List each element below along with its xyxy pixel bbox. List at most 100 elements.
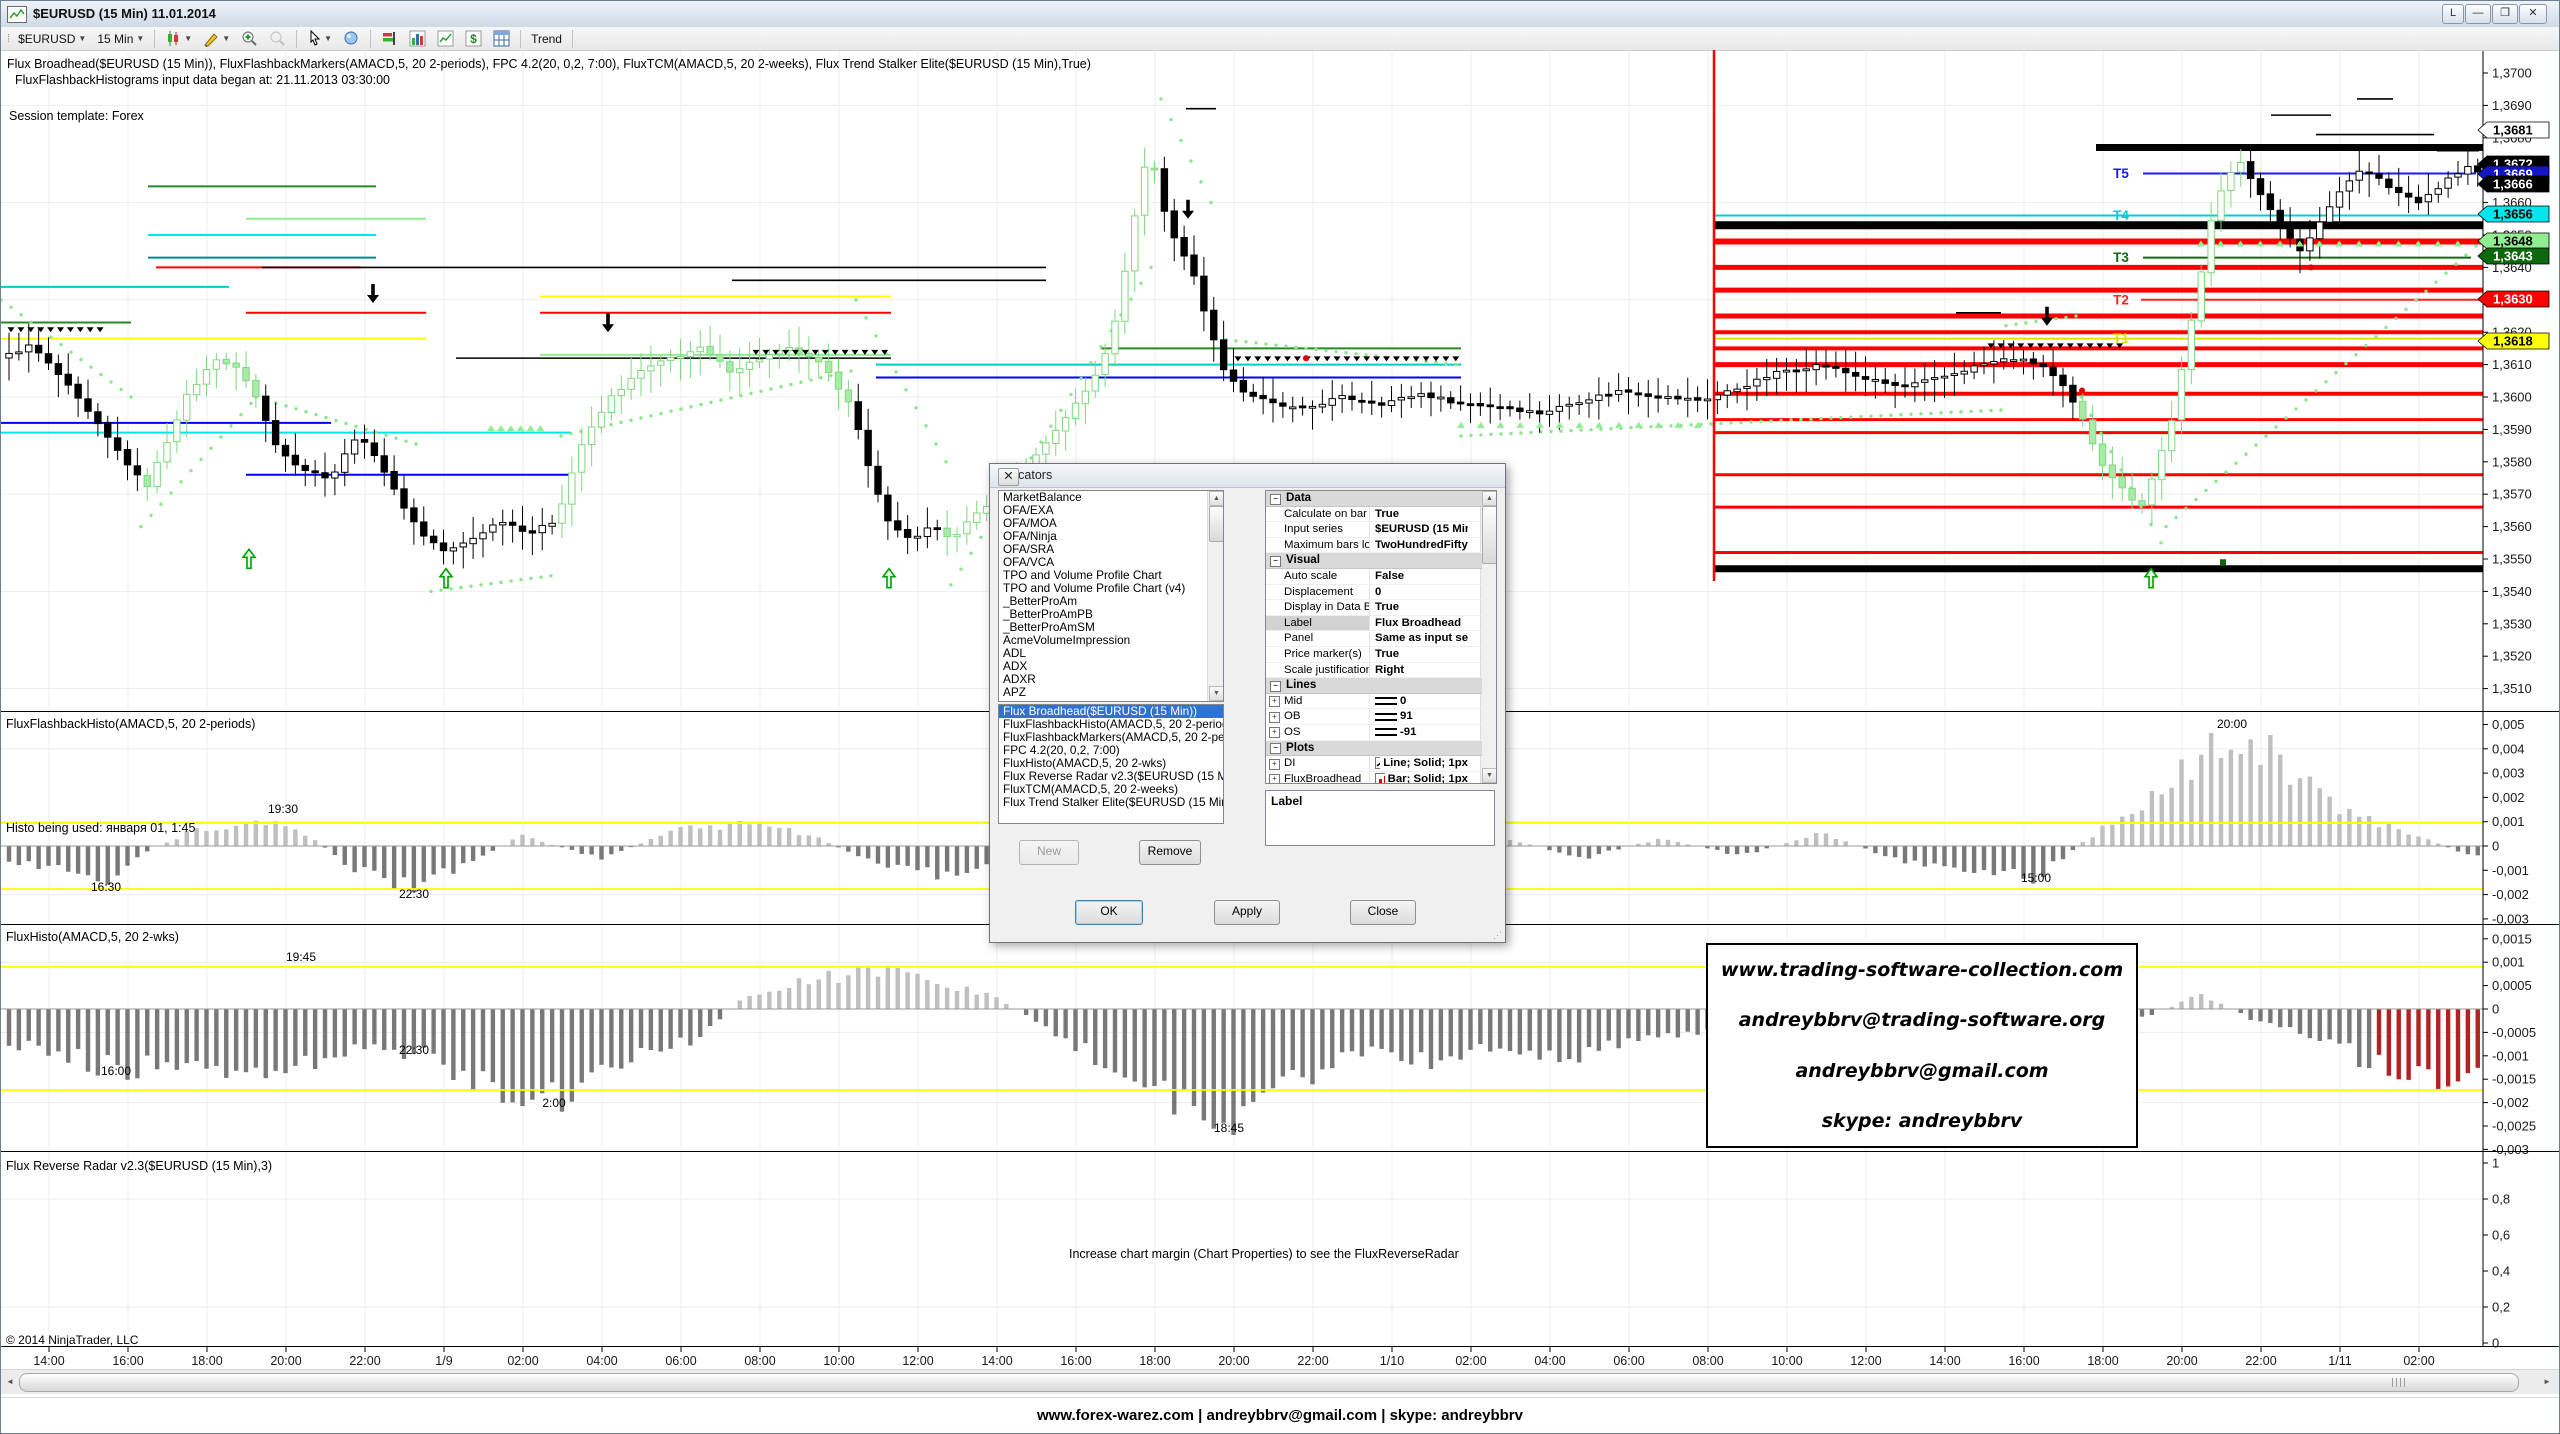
svg-text:2:00: 2:00 xyxy=(542,1096,566,1110)
property-row[interactable]: LabelFlux Broadhead xyxy=(1266,616,1482,632)
property-row[interactable]: Display in Data BoxTrue xyxy=(1266,600,1482,616)
svg-text:18:45: 18:45 xyxy=(1214,1121,1244,1135)
scroll-down-icon[interactable]: ▼ xyxy=(1209,686,1224,701)
svg-text:20:00: 20:00 xyxy=(2166,1354,2197,1368)
svg-text:0,002: 0,002 xyxy=(2492,790,2525,805)
svg-text:22:00: 22:00 xyxy=(2245,1354,2276,1368)
list-item[interactable]: Flux Trend Stalker Elite($EURUSD (15 Min… xyxy=(999,796,1223,809)
svg-text:22:00: 22:00 xyxy=(1297,1354,1328,1368)
svg-text:20:00: 20:00 xyxy=(2217,717,2247,731)
list-item[interactable]: AcmeVolumeImpression xyxy=(999,634,1223,647)
svg-text:1,3590: 1,3590 xyxy=(2492,422,2532,437)
available-list-scrollbar[interactable]: ▲ ▼ xyxy=(1207,491,1223,701)
scrollbar-thumb[interactable] xyxy=(19,1373,2519,1392)
indicator-overlay-line: Flux Broadhead($EURUSD (15 Min)), FluxFl… xyxy=(7,57,1091,71)
svg-text:12:00: 12:00 xyxy=(902,1354,933,1368)
scroll-up-icon[interactable]: ▲ xyxy=(1209,491,1224,506)
property-section-header[interactable]: −Plots xyxy=(1266,741,1482,757)
collapse-icon[interactable]: − xyxy=(1270,494,1281,505)
svg-text:1/9: 1/9 xyxy=(435,1354,452,1368)
list-item[interactable]: ADXR xyxy=(999,673,1223,686)
property-row[interactable]: Auto scaleFalse xyxy=(1266,569,1482,585)
svg-text:0,6: 0,6 xyxy=(2492,1228,2510,1243)
horizontal-scrollbar[interactable]: ◄ ► xyxy=(1,1369,2559,1394)
property-row[interactable]: Input series$EURUSD (15 Min) xyxy=(1266,522,1482,538)
remove-button[interactable]: Remove xyxy=(1139,840,1201,865)
collapse-icon[interactable]: − xyxy=(1270,681,1281,692)
property-section-header[interactable]: −Lines xyxy=(1266,678,1482,694)
collapse-icon[interactable]: − xyxy=(1270,743,1281,754)
property-row[interactable]: +DILine; Solid; 1px xyxy=(1266,756,1482,772)
svg-text:0,003: 0,003 xyxy=(2492,766,2525,781)
panel4-notice: Increase chart margin (Chart Properties)… xyxy=(1069,1247,1459,1261)
property-row[interactable]: +Mid0 xyxy=(1266,694,1482,710)
panel2-note: Histo being used: января 01, 1:45 xyxy=(6,821,195,835)
property-row[interactable]: PanelSame as input series xyxy=(1266,631,1482,647)
svg-text:1,3560: 1,3560 xyxy=(2492,519,2532,534)
scroll-up-icon[interactable]: ▲ xyxy=(1482,491,1497,506)
panel3-label: FluxHisto(AMACD,5, 20 2-wks) xyxy=(6,930,179,944)
svg-text:19:30: 19:30 xyxy=(268,802,298,816)
svg-text:16:00: 16:00 xyxy=(1060,1354,1091,1368)
property-section-header[interactable]: −Visual xyxy=(1266,553,1482,569)
property-row[interactable]: Displacement0 xyxy=(1266,585,1482,601)
svg-text:0,001: 0,001 xyxy=(2492,955,2525,970)
property-row[interactable]: +FluxBroadheadBar; Solid; 1px xyxy=(1266,772,1482,784)
property-row[interactable]: Scale justificationRight xyxy=(1266,663,1482,679)
dialog-titlebar[interactable]: Indicators ✕ xyxy=(990,464,1505,488)
list-item[interactable]: APZ xyxy=(999,686,1223,699)
property-row[interactable]: Maximum bars look backTwoHundredFiftySix xyxy=(1266,538,1482,554)
svg-text:1: 1 xyxy=(2492,1156,2499,1171)
svg-text:-0,001: -0,001 xyxy=(2492,1048,2529,1063)
bottom-status-bar: www.forex-warez.com | andreybbrv@gmail.c… xyxy=(1,1397,2559,1434)
svg-text:1,3550: 1,3550 xyxy=(2492,552,2532,567)
svg-text:1,3520: 1,3520 xyxy=(2492,649,2532,664)
svg-text:0,2: 0,2 xyxy=(2492,1300,2510,1315)
svg-text:1,3643: 1,3643 xyxy=(2493,249,2533,264)
svg-text:16:00: 16:00 xyxy=(112,1354,143,1368)
svg-text:0,001: 0,001 xyxy=(2492,814,2525,829)
collapse-icon[interactable]: − xyxy=(1270,556,1281,567)
dialog-resize-grip[interactable]: ⋰ xyxy=(1493,930,1503,940)
svg-text:22:00: 22:00 xyxy=(349,1354,380,1368)
svg-text:1,3630: 1,3630 xyxy=(2493,292,2533,307)
scroll-right-icon[interactable]: ► xyxy=(2539,1374,2555,1390)
applied-indicators-list[interactable]: Flux Broadhead($EURUSD (15 Min))FluxFlas… xyxy=(998,704,1224,824)
properties-grid[interactable]: ▲ ▼ −DataCalculate on bar closeTrueInput… xyxy=(1265,490,1497,784)
svg-text:T2: T2 xyxy=(2113,292,2129,307)
copyright-label: © 2014 NinjaTrader, LLC xyxy=(6,1333,138,1347)
properties-scrollbar[interactable]: ▲ ▼ xyxy=(1480,491,1496,783)
dialog-close-icon[interactable]: ✕ xyxy=(998,468,1019,486)
watermark-line: andreybbrv@trading-software.org xyxy=(1739,1009,2106,1031)
expand-icon[interactable]: + xyxy=(1269,774,1280,784)
property-row[interactable]: Calculate on bar closeTrue xyxy=(1266,507,1482,523)
svg-text:18:00: 18:00 xyxy=(191,1354,222,1368)
property-row[interactable]: Price marker(s)True xyxy=(1266,647,1482,663)
apply-button[interactable]: Apply xyxy=(1214,900,1280,925)
expand-icon[interactable]: + xyxy=(1269,696,1280,707)
available-indicators-list[interactable]: ▲ ▼ MarketBalanceOFA/EXAOFA/MOAOFA/Ninja… xyxy=(998,490,1224,702)
svg-text:0,4: 0,4 xyxy=(2492,1264,2510,1279)
property-row[interactable]: +OB91 xyxy=(1266,709,1482,725)
svg-text:1,3666: 1,3666 xyxy=(2493,177,2533,192)
new-button[interactable]: New xyxy=(1019,840,1079,865)
svg-text:-0,002: -0,002 xyxy=(2492,1095,2529,1110)
expand-icon[interactable]: + xyxy=(1269,759,1280,770)
list-item[interactable]: ADL xyxy=(999,647,1223,660)
svg-text:04:00: 04:00 xyxy=(1534,1354,1565,1368)
scroll-down-icon[interactable]: ▼ xyxy=(1482,768,1497,783)
scroll-left-icon[interactable]: ◄ xyxy=(2,1374,18,1390)
property-row[interactable]: +OS-91 xyxy=(1266,725,1482,741)
watermark-line: www.trading-software-collection.com xyxy=(1721,959,2123,981)
expand-icon[interactable]: + xyxy=(1269,712,1280,723)
ok-button[interactable]: OK xyxy=(1075,900,1143,925)
svg-text:0,0015: 0,0015 xyxy=(2492,931,2532,946)
svg-text:06:00: 06:00 xyxy=(1613,1354,1644,1368)
bottom-bar-text: www.forex-warez.com | andreybbrv@gmail.c… xyxy=(1,1398,2559,1434)
close-dialog-button[interactable]: Close xyxy=(1350,900,1416,925)
svg-text:22:30: 22:30 xyxy=(399,887,429,901)
expand-icon[interactable]: + xyxy=(1269,727,1280,738)
svg-text:14:00: 14:00 xyxy=(1929,1354,1960,1368)
svg-text:1,3570: 1,3570 xyxy=(2492,487,2532,502)
property-section-header[interactable]: −Data xyxy=(1266,491,1482,507)
